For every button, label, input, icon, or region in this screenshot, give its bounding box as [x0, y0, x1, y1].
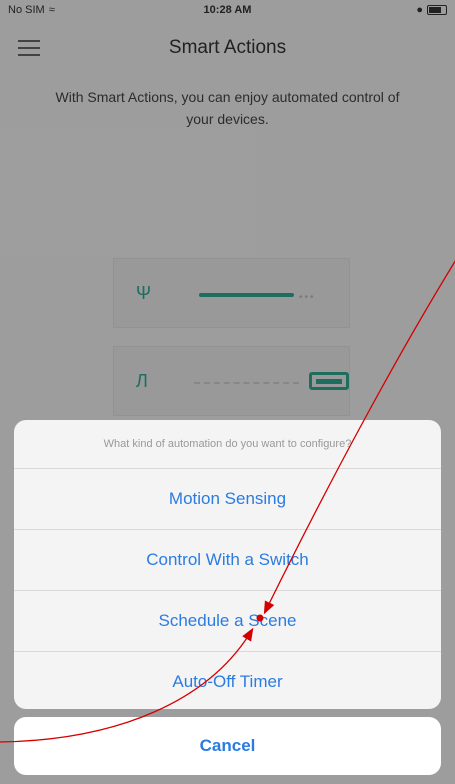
auto-off-timer-option[interactable]: Auto-Off Timer	[14, 652, 441, 709]
action-sheet: What kind of automation do you want to c…	[14, 420, 441, 709]
control-with-switch-option[interactable]: Control With a Switch	[14, 530, 441, 591]
motion-sensing-option[interactable]: Motion Sensing	[14, 469, 441, 530]
action-sheet-prompt: What kind of automation do you want to c…	[14, 420, 441, 469]
smart-actions-screen: No SIM ≈ 10:28 AM ● Smart Actions With S…	[0, 0, 455, 784]
schedule-scene-option[interactable]: Schedule a Scene	[14, 591, 441, 652]
cancel-button[interactable]: Cancel	[14, 717, 441, 775]
